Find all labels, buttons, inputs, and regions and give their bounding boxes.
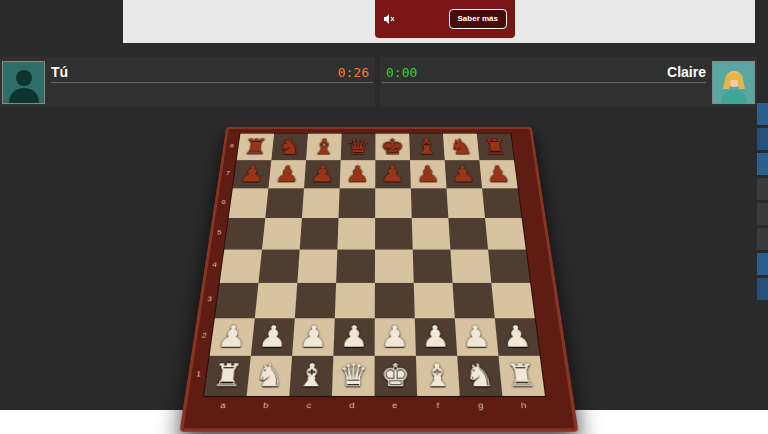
chess-board[interactable]: ♜♞♝♛♚♝♞♜♟♟♟♟♟♟♟♟♟♟♟♟♟♟♟♟♜♞♝♛♚♝♞♜ (202, 132, 546, 396)
file-label: g (458, 397, 502, 415)
file-label: b (243, 397, 288, 415)
player-clock: 0:26 (334, 63, 373, 83)
avatar-icon (2, 61, 45, 104)
board-square[interactable] (261, 218, 301, 249)
chess-piece[interactable]: ♜ (236, 133, 273, 160)
chess-piece[interactable]: ♟ (494, 318, 539, 356)
board-square[interactable] (334, 282, 374, 317)
chess-piece[interactable]: ♜ (476, 133, 513, 160)
board-square[interactable] (491, 282, 534, 317)
chess-piece[interactable]: ♟ (454, 318, 498, 356)
chess-piece[interactable]: ♟ (268, 160, 306, 188)
board-square[interactable] (412, 249, 452, 282)
chess-piece[interactable]: ♟ (232, 160, 271, 188)
mute-icon[interactable] (383, 13, 395, 25)
chess-piece[interactable]: ♞ (457, 355, 502, 395)
chess-piece[interactable]: ♟ (375, 160, 411, 188)
chess-piece[interactable]: ♜ (204, 355, 251, 395)
board-square[interactable] (254, 282, 297, 317)
board-square[interactable] (446, 188, 485, 218)
chess-piece[interactable]: ♞ (442, 133, 478, 160)
player-name: Claire (667, 62, 706, 83)
board-square[interactable] (297, 249, 337, 282)
chess-piece[interactable]: ♟ (250, 318, 294, 356)
board-square[interactable] (375, 188, 412, 218)
board-square[interactable] (338, 188, 375, 218)
chess-piece[interactable]: ♟ (339, 160, 375, 188)
player-row: Tú 0:26 (51, 63, 373, 83)
board-square[interactable] (219, 249, 261, 282)
player-name: Tú (51, 62, 68, 83)
board-square[interactable] (375, 218, 413, 249)
player-panel: Tú 0:26 (0, 57, 375, 107)
chess-piece[interactable]: ♟ (333, 318, 374, 356)
chess-piece[interactable]: ♜ (498, 355, 545, 395)
ad-banner[interactable]: Saber más (375, 0, 515, 38)
board-square[interactable] (410, 188, 448, 218)
player-info: Tú 0:26 (51, 57, 373, 107)
board-square[interactable] (337, 218, 375, 249)
chess-piece[interactable]: ♝ (415, 355, 459, 395)
board-square[interactable] (413, 282, 454, 317)
file-label: e (373, 397, 416, 415)
chess-piece[interactable]: ♞ (246, 355, 291, 395)
player-panel: Claire 0:00 (380, 57, 757, 107)
chess-board-frame: 87654321 ♜♞♝♛♚♝♞♜♟♟♟♟♟♟♟♟♟♟♟♟♟♟♟♟♜♞♝♛♚♝♞… (179, 126, 578, 431)
file-label: c (286, 397, 330, 415)
board-square[interactable] (299, 218, 338, 249)
chess-piece[interactable]: ♟ (304, 160, 341, 188)
chess-piece[interactable]: ♛ (331, 355, 374, 395)
avatar-icon (712, 61, 755, 104)
chess-piece[interactable]: ♚ (374, 355, 417, 395)
board-square[interactable] (294, 282, 335, 317)
file-label: a (200, 397, 245, 415)
chess-piece[interactable]: ♟ (414, 318, 456, 356)
board-square[interactable] (448, 218, 488, 249)
chess-piece[interactable]: ♟ (292, 318, 335, 356)
chess-piece[interactable]: ♟ (444, 160, 481, 188)
board-square[interactable] (265, 188, 304, 218)
board-square[interactable] (228, 188, 268, 218)
board-square[interactable] (258, 249, 299, 282)
chess-piece[interactable]: ♝ (409, 133, 444, 160)
board-square[interactable] (301, 188, 339, 218)
chess-piece[interactable]: ♞ (271, 133, 308, 160)
player-clock: 0:00 (382, 63, 421, 83)
board-square[interactable] (452, 282, 494, 317)
chess-piece[interactable]: ♟ (209, 318, 254, 356)
chess-piece[interactable]: ♟ (374, 318, 415, 356)
board-square[interactable] (224, 218, 265, 249)
board-square[interactable] (214, 282, 258, 317)
chess-piece[interactable]: ♟ (479, 160, 517, 188)
chess-piece[interactable]: ♟ (410, 160, 446, 188)
board-square[interactable] (411, 218, 450, 249)
board-square[interactable] (488, 249, 530, 282)
file-label: d (330, 397, 373, 415)
chess-piece[interactable]: ♝ (289, 355, 333, 395)
board-square[interactable] (450, 249, 491, 282)
board-square[interactable] (485, 218, 526, 249)
file-label: f (416, 397, 460, 415)
board-square[interactable] (336, 249, 375, 282)
chess-piece[interactable]: ♛ (340, 133, 375, 160)
board-square[interactable] (374, 249, 413, 282)
board-square[interactable] (374, 282, 414, 317)
player-row: Claire 0:00 (382, 63, 706, 83)
chess-piece[interactable]: ♚ (375, 133, 410, 160)
chess-piece[interactable]: ♝ (306, 133, 342, 160)
file-label: h (501, 397, 546, 415)
learn-more-button[interactable]: Saber más (449, 9, 507, 29)
player-info: Claire 0:00 (382, 57, 706, 107)
board-square[interactable] (482, 188, 522, 218)
